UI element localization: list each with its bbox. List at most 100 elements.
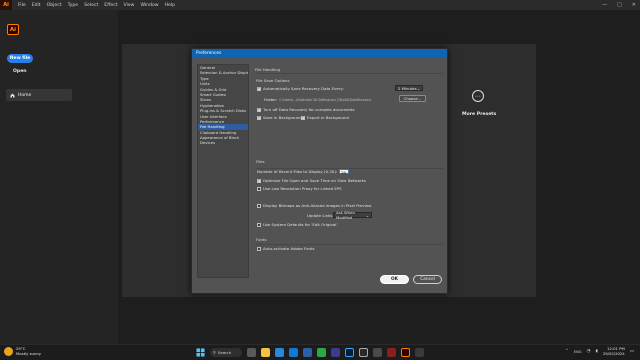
update-links-dropdown[interactable]: Ask When Modified ⌄ <box>333 210 372 220</box>
folder-row: Folder: C:\Users\...\Illustrator 26 Sett… <box>264 97 371 102</box>
menu-window[interactable]: Window <box>140 3 158 8</box>
file-handling-pane: File Handling File Save Options ✓ Automa… <box>255 62 443 282</box>
recent-files-label: Number of Recent Files to Display (0-30)… <box>257 169 338 174</box>
weather-text: 29°C Mostly sunny <box>16 346 41 356</box>
menu-file[interactable]: File <box>18 3 26 8</box>
auto-save-label: Automatically Save Recovery Data Every: <box>263 86 344 91</box>
auto-activate-label: Auto-activate Adobe Fonts <box>263 246 315 251</box>
date: 29/02/2024 <box>602 350 625 356</box>
chrome-icon[interactable] <box>317 348 326 357</box>
photoshop-icon[interactable] <box>345 348 354 357</box>
new-file-button[interactable]: New file <box>7 54 33 63</box>
close-icon[interactable]: ✕ <box>632 2 636 8</box>
low-res-label: Use Low Resolution Proxy for Linked EPS <box>263 186 342 191</box>
app-icon[interactable] <box>387 348 396 357</box>
bitmaps-label: Display Bitmaps as Anti-Aliased images i… <box>263 203 372 208</box>
chevron-up-icon[interactable]: ⌃ <box>565 349 569 354</box>
recent-files-input[interactable]: 20 <box>339 169 350 175</box>
app-icon[interactable] <box>359 348 368 357</box>
menu-edit[interactable]: Edit <box>32 3 41 8</box>
app-icon[interactable] <box>415 348 424 357</box>
window-controls: — □ ✕ <box>602 0 636 10</box>
bitmaps-checkbox[interactable] <box>257 203 261 208</box>
interval-dropdown[interactable]: 2 Minutes ⌄ <box>395 85 423 91</box>
section-title: File Handling <box>255 67 281 72</box>
turn-off-recovery-label: Turn off Data Recovery for complex docum… <box>263 107 355 112</box>
weather-widget[interactable]: 29°C Mostly sunny <box>4 346 41 357</box>
clock[interactable]: 12:01 PM 29/02/2024 <box>602 346 625 357</box>
export-background-checkbox[interactable]: ✓ <box>301 115 305 120</box>
optimize-checkbox[interactable]: ✓ <box>257 178 261 183</box>
bitmaps-row[interactable]: Display Bitmaps as Anti-Aliased images i… <box>257 203 371 208</box>
illustrator-icon[interactable] <box>401 348 410 357</box>
notification-icon[interactable]: ▭ <box>630 349 634 354</box>
more-presets-tile[interactable]: ••• More Presets <box>462 90 497 117</box>
recent-files-row: Number of Recent Files to Display (0-30)… <box>257 169 350 175</box>
turn-off-recovery-checkbox[interactable]: ✓ <box>257 107 261 112</box>
ok-button[interactable]: OK <box>380 275 409 284</box>
mail-icon[interactable] <box>275 348 284 357</box>
lang-indicator[interactable]: ENG <box>574 350 582 354</box>
file-explorer-icon[interactable] <box>261 348 270 357</box>
taskbar-search[interactable]: ⚲ Search <box>210 348 242 357</box>
system-tray: ⌃ ENG ◔ ◖ 12:01 PM 29/02/2024 ▭ <box>565 346 634 357</box>
menu-object[interactable]: Object <box>47 3 62 8</box>
task-view-icon[interactable] <box>247 348 256 357</box>
illustrator-logo: Ai <box>0 0 12 10</box>
update-links-row: Update Links: <box>307 213 334 218</box>
folder-label: Folder: <box>264 97 278 102</box>
category-devices[interactable]: Devices <box>198 140 248 145</box>
interval-value: 2 Minutes <box>398 85 417 91</box>
more-glyph: ••• <box>474 93 482 98</box>
fonts-heading: Fonts <box>256 237 267 242</box>
menu-help[interactable]: Help <box>165 3 175 8</box>
auto-save-row[interactable]: ✓ Automatically Save Recovery Data Every… <box>257 86 344 91</box>
menu-view[interactable]: View <box>124 3 135 8</box>
auto-activate-row[interactable]: Auto-activate Adobe Fonts <box>257 246 315 251</box>
category-selection-anchor[interactable]: Selection & Anchor Display <box>198 70 248 75</box>
optimize-row[interactable]: ✓ Optimize File Open and Save Time on Sl… <box>257 178 366 183</box>
volume-icon[interactable]: ◖ <box>595 349 597 354</box>
app-icon[interactable] <box>373 348 382 357</box>
save-background-row[interactable]: ✓ Save in Background <box>257 115 302 120</box>
wifi-icon[interactable]: ◔ <box>587 349 591 354</box>
files-heading: Files <box>256 159 265 164</box>
save-background-label: Save in Background <box>263 115 302 120</box>
edge-icon[interactable] <box>289 348 298 357</box>
system-defaults-checkbox[interactable] <box>257 222 261 227</box>
export-background-label: Export in Background <box>307 115 349 120</box>
cancel-button[interactable]: Cancel <box>413 275 442 284</box>
app-icon[interactable] <box>331 348 340 357</box>
minimize-icon[interactable]: — <box>602 2 607 8</box>
system-defaults-label: Use System Defaults for 'Edit Original' <box>263 222 338 227</box>
system-defaults-row[interactable]: Use System Defaults for 'Edit Original' <box>257 222 337 227</box>
chevron-down-icon: ⌄ <box>416 85 420 91</box>
auto-activate-checkbox[interactable] <box>257 246 261 251</box>
sidebar-item-home[interactable]: Home <box>6 89 72 101</box>
preferences-dialog: Preferences General Selection & Anchor D… <box>191 48 448 294</box>
choose-button[interactable]: Choose... <box>399 95 426 102</box>
menu-type[interactable]: Type <box>68 3 79 8</box>
open-button[interactable]: Open <box>13 69 27 74</box>
auto-save-checkbox[interactable]: ✓ <box>257 86 261 91</box>
more-icon: ••• <box>472 90 484 102</box>
more-presets-label: More Presets <box>462 112 497 117</box>
search-label: Search <box>217 350 232 355</box>
divider <box>255 244 443 245</box>
illustrator-badge-icon: Ai <box>7 24 19 35</box>
save-background-checkbox[interactable]: ✓ <box>257 115 261 120</box>
vscode-icon[interactable] <box>303 348 312 357</box>
category-plugins[interactable]: Plug-ins & Scratch Disks <box>198 108 248 113</box>
menu-effect[interactable]: Effect <box>104 3 117 8</box>
maximize-icon[interactable]: □ <box>617 2 622 8</box>
windows-start-icon[interactable] <box>196 348 205 357</box>
low-res-checkbox[interactable] <box>257 186 261 191</box>
home-sidebar: Ai New file Open Home <box>0 10 118 344</box>
sidebar-item-label: Home <box>18 92 32 98</box>
low-res-row[interactable]: Use Low Resolution Proxy for Linked EPS <box>257 186 342 191</box>
turn-off-recovery-row[interactable]: ✓ Turn off Data Recovery for complex doc… <box>257 107 355 112</box>
dialog-title: Preferences <box>192 49 447 58</box>
menu-select[interactable]: Select <box>84 3 98 8</box>
export-background-row[interactable]: ✓ Export in Background <box>301 115 349 120</box>
divider <box>255 73 443 74</box>
